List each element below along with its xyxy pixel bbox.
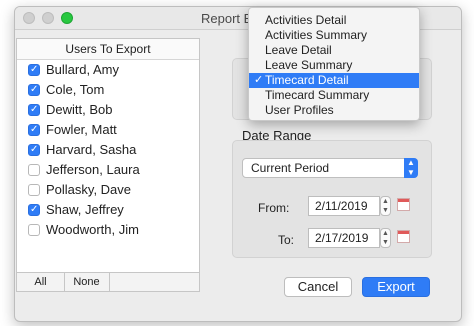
user-name: Pollasky, Dave <box>46 182 132 197</box>
from-date-stepper[interactable]: ▲ ▼ <box>380 196 391 216</box>
to-date-stepper[interactable]: ▲ ▼ <box>380 228 391 248</box>
calendar-icon[interactable] <box>397 230 410 243</box>
menu-item[interactable]: ✓ Timecard Detail <box>249 73 419 88</box>
menu-item[interactable]: Activities Detail <box>249 13 419 28</box>
user-name: Jefferson, Laura <box>46 162 140 177</box>
menu-item-label: Activities Detail <box>265 13 347 27</box>
menu-item[interactable]: Leave Detail <box>249 43 419 58</box>
user-checkbox[interactable] <box>28 124 40 136</box>
user-row[interactable]: Woodworth, Jim <box>17 220 199 240</box>
user-row[interactable]: Bullard, Amy <box>17 60 199 80</box>
user-name: Fowler, Matt <box>46 122 117 137</box>
select-all-button[interactable]: All <box>17 273 65 291</box>
user-name: Woodworth, Jim <box>46 222 139 237</box>
users-list-footer: All None <box>17 272 199 291</box>
calendar-icon[interactable] <box>397 198 410 211</box>
user-checkbox[interactable] <box>28 184 40 196</box>
user-name: Harvard, Sasha <box>46 142 137 157</box>
menu-item[interactable]: User Profiles <box>249 103 419 118</box>
user-checkbox[interactable] <box>28 204 40 216</box>
user-row[interactable]: Shaw, Jeffrey <box>17 200 199 220</box>
checkmark-icon: ✓ <box>254 74 264 86</box>
user-name: Shaw, Jeffrey <box>46 202 124 217</box>
menu-item[interactable]: Leave Summary <box>249 58 419 73</box>
report-type-menu: Activities Detail Activities Summary Leave… <box>248 7 420 121</box>
user-checkbox[interactable] <box>28 144 40 156</box>
up-down-chevron-icon: ▲ ▼ <box>404 158 418 178</box>
user-name: Dewitt, Bob <box>46 102 113 117</box>
from-label: From: <box>258 201 290 215</box>
menu-item-label: Activities Summary <box>265 28 368 42</box>
menu-item-label: User Profiles <box>265 103 334 117</box>
users-list-header: Users To Export <box>17 39 199 60</box>
menu-item-label: Timecard Detail <box>265 73 349 87</box>
user-checkbox[interactable] <box>28 224 40 236</box>
user-checkbox[interactable] <box>28 84 40 96</box>
close-window-button[interactable] <box>23 12 35 24</box>
menu-item-label: Timecard Summary <box>265 88 370 102</box>
user-row[interactable]: Fowler, Matt <box>17 120 199 140</box>
user-row[interactable]: Harvard, Sasha <box>17 140 199 160</box>
user-row[interactable]: Jefferson, Laura <box>17 160 199 180</box>
user-name: Cole, Tom <box>46 82 105 97</box>
period-select-value: Current Period <box>251 161 330 175</box>
users-to-export-list: Users To Export Bullard, Amy Cole, Tom Dew… <box>16 38 200 292</box>
user-checkbox[interactable] <box>28 64 40 76</box>
period-select[interactable]: Current Period ▲ ▼ <box>242 158 418 178</box>
minimize-window-button[interactable] <box>42 12 54 24</box>
zoom-window-button[interactable] <box>61 12 73 24</box>
select-none-button[interactable]: None <box>64 273 110 291</box>
menu-item-label: Leave Summary <box>265 58 353 72</box>
user-row[interactable]: Cole, Tom <box>17 80 199 100</box>
user-checkbox[interactable] <box>28 104 40 116</box>
user-name: Bullard, Amy <box>46 62 119 77</box>
to-label: To: <box>278 233 295 247</box>
to-date-field[interactable]: 2/17/2019 <box>308 228 380 248</box>
menu-item[interactable]: Activities Summary <box>249 28 419 43</box>
export-button[interactable]: Export <box>362 277 430 297</box>
menu-item[interactable]: Timecard Summary <box>249 88 419 103</box>
user-row[interactable]: Pollasky, Dave <box>17 180 199 200</box>
user-checkbox[interactable] <box>28 164 40 176</box>
user-row[interactable]: Dewitt, Bob <box>17 100 199 120</box>
menu-item-label: Leave Detail <box>265 43 332 57</box>
from-date-field[interactable]: 2/11/2019 <box>308 196 380 216</box>
cancel-button[interactable]: Cancel <box>284 277 352 297</box>
